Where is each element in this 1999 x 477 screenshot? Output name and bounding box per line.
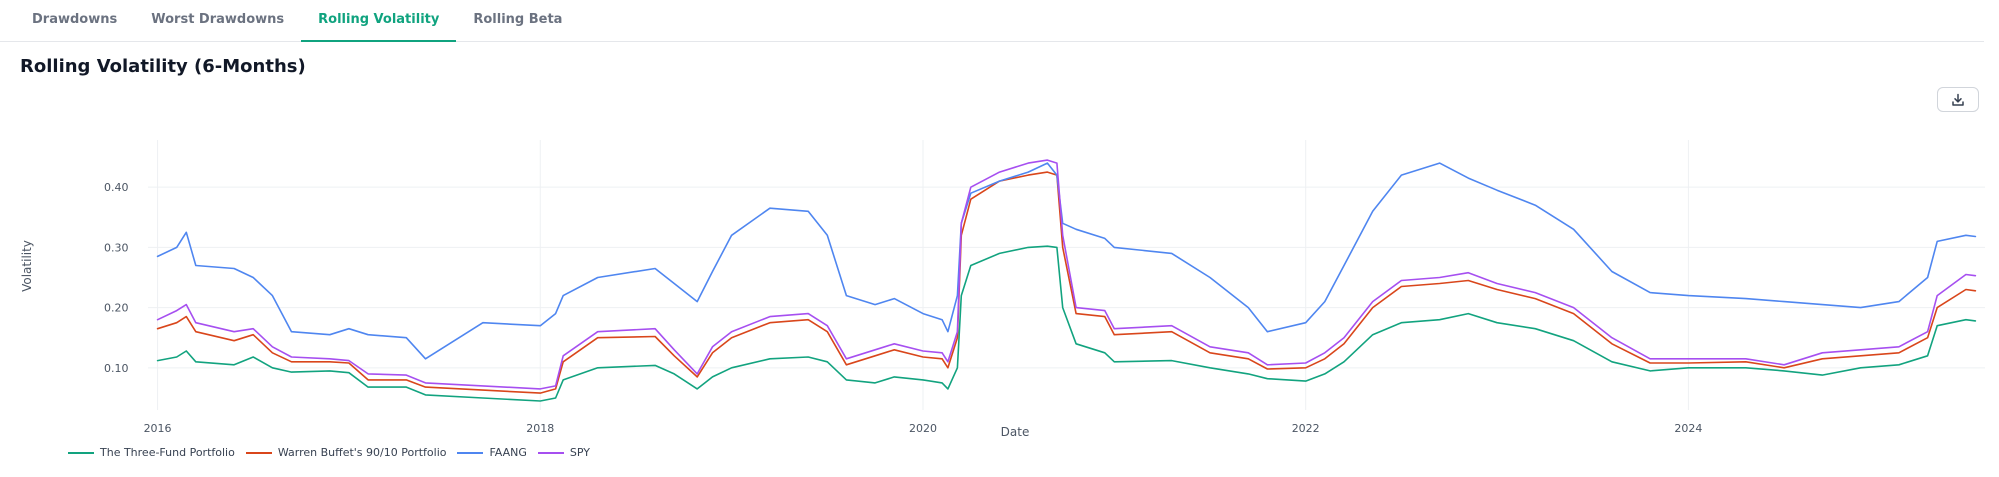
legend-label: SPY	[569, 446, 591, 459]
legend-swatch	[537, 451, 564, 454]
legend-item-three-fund[interactable]: The Three-Fund Portfolio	[68, 446, 235, 459]
y-tick-label: 0.40	[104, 181, 129, 194]
legend-swatch	[245, 451, 272, 454]
x-tick-label: 2020	[909, 422, 937, 435]
legend-item-buffet[interactable]: Warren Buffet's 90/10 Portfolio	[245, 446, 447, 459]
legend-label: Warren Buffet's 90/10 Portfolio	[277, 446, 447, 459]
y-tick-label: 0.30	[104, 241, 129, 254]
y-tick-label: 0.10	[104, 362, 129, 375]
legend-item-faang[interactable]: FAANG	[457, 446, 527, 459]
y-axis-title: Volatility	[20, 240, 34, 292]
legend-swatch	[68, 451, 94, 454]
series-line-1[interactable]	[156, 171, 1977, 394]
x-tick-label: 2018	[526, 422, 554, 435]
y-tick-labels: 0.10 0.20 0.30 0.40	[104, 181, 129, 375]
series-line-2[interactable]	[156, 162, 1977, 360]
x-tick-label: 2022	[1292, 422, 1320, 435]
legend-item-spy[interactable]: SPY	[537, 446, 591, 459]
x-tick-label: 2024	[1674, 422, 1702, 435]
legend-swatch	[457, 451, 484, 454]
series-line-3[interactable]	[156, 159, 1977, 390]
legend: The Three-Fund Portfolio Warren Buffet's…	[68, 446, 601, 459]
legend-label: The Three-Fund Portfolio	[100, 446, 235, 459]
x-tick-labels: 2016 2018 2020 2022 2024	[144, 422, 1703, 435]
chart-svg: 2016 2018 2020 2022 2024 0.10 0.20 0.30 0.40 Da…	[20, 140, 1985, 439]
series-lines	[156, 159, 1977, 402]
y-tick-label: 0.20	[104, 302, 129, 315]
legend-label: FAANG	[489, 446, 527, 459]
y-gridlines	[148, 186, 1985, 369]
x-tick-label: 2016	[144, 422, 172, 435]
x-axis-title: Date	[1001, 425, 1030, 439]
